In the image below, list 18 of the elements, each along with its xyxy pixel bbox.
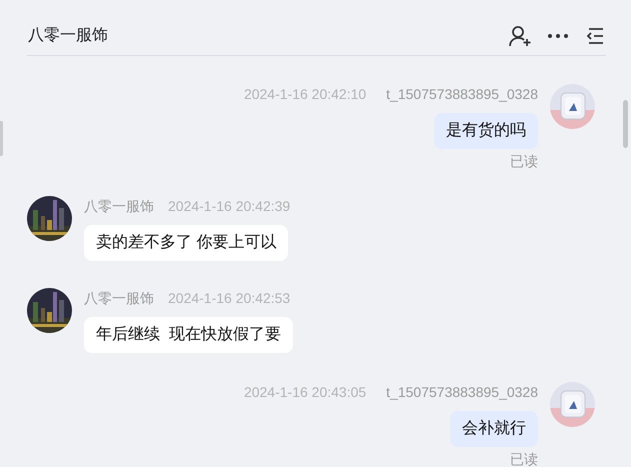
- message-bubble: 年后继续 现在快放假了要: [84, 317, 293, 353]
- add-person-icon[interactable]: [508, 24, 532, 48]
- message-bubble: 是有货的吗: [434, 113, 538, 149]
- message-time: 2024-1-16 20:42:39: [168, 197, 290, 216]
- message-bubble: 卖的差不多了 你要上可以: [84, 225, 288, 261]
- read-status: 已读: [510, 451, 538, 467]
- message-time: 2024-1-16 20:43:05: [244, 383, 366, 402]
- message-time: 2024-1-16 20:42:53: [168, 289, 290, 308]
- message-bubble: 会补就行: [450, 411, 538, 447]
- sender-name: 八零一服饰: [84, 197, 154, 216]
- message-time: 2024-1-16 20:42:10: [244, 85, 366, 104]
- chat-title: 八零一服饰: [27, 26, 109, 46]
- sender-name: 八零一服饰: [84, 289, 154, 308]
- sender-name: t_1507573883895_0328: [386, 383, 538, 402]
- sender-name: t_1507573883895_0328: [386, 85, 538, 104]
- scrollbar[interactable]: [623, 100, 628, 148]
- resize-handle[interactable]: [0, 121, 3, 156]
- read-status: 已读: [510, 153, 538, 169]
